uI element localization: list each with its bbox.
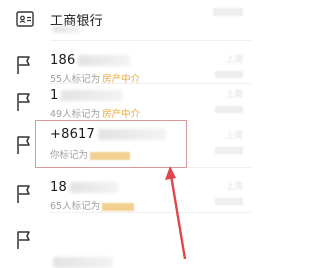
entry-location (215, 198, 243, 205)
entry-phone-prefix: 186 (50, 53, 76, 68)
entry-mark: 65人标记为 (50, 198, 135, 212)
entry-time: 上周 (225, 182, 243, 192)
redacted-text (53, 26, 81, 33)
redacted-phone (78, 55, 131, 66)
entry-phone-prefix: 18 (50, 180, 67, 195)
call-record-list: 工商银行 186 55人标记为 房产中介 上周 1 49人标记为 房产中介 上周… (0, 0, 251, 268)
contact-card-icon (14, 8, 36, 30)
list-item[interactable]: 工商银行 (0, 0, 251, 40)
entry-time: 上周 (225, 131, 243, 141)
entry-phone-prefix: 1 (50, 88, 59, 103)
entry-location (215, 71, 243, 78)
mark-tag: 房产中介 (102, 109, 141, 120)
flag-icon (14, 54, 36, 76)
highlight-box (35, 120, 187, 168)
mark-tag-redacted (102, 202, 135, 211)
flag-icon (14, 229, 36, 251)
mark-count: 65人标记为 (50, 201, 101, 212)
entry-location (215, 147, 243, 154)
list-item[interactable]: 18 65人标记为 上周 (0, 168, 251, 212)
entry-location (215, 106, 243, 113)
redacted-phone (61, 90, 124, 101)
entry-time (213, 8, 243, 16)
entry-phone: 18 (50, 180, 118, 195)
flag-icon (14, 183, 36, 205)
flag-icon (14, 91, 36, 113)
list-item[interactable]: 186 55人标记为 房产中介 上周 (0, 41, 251, 85)
entry-phone: 186 (50, 53, 131, 68)
mark-count: 49人标记为 (50, 109, 101, 120)
entry-mark: 49人标记为 房产中介 (50, 106, 140, 120)
flag-icon (14, 134, 36, 156)
entry-phone: 1 (50, 88, 124, 103)
list-item[interactable]: 1 49人标记为 房产中介 上周 (0, 84, 251, 120)
redacted-phone (69, 182, 118, 193)
entry-time: 上周 (225, 55, 243, 65)
entry-time: 上周 (225, 90, 243, 100)
list-item[interactable] (0, 213, 251, 268)
